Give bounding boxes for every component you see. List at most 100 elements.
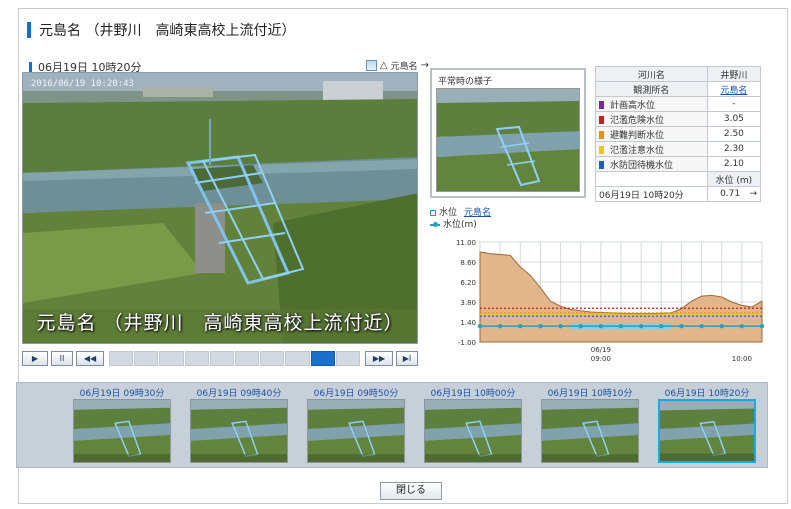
timeline-segment[interactable]	[285, 350, 310, 366]
legend-station-link[interactable]: 元島名	[464, 207, 491, 219]
current-level-cell: 0.71 →	[706, 186, 762, 202]
thumbnail-item[interactable]: 06月19日 09時50分	[301, 383, 411, 469]
thumbnail-image[interactable]	[307, 399, 405, 463]
level-label: 氾濫注意水位	[610, 145, 665, 156]
thumbnail-item[interactable]: 06月19日 10時20分	[652, 383, 762, 469]
table-row: 氾濫危険水位 3.05	[595, 111, 762, 127]
timeline-segment[interactable]	[310, 350, 335, 366]
water-level-chart: 11.00 8.60 6.20 3.80 1.40 -1.00 06/19 09:00 10:0…	[430, 236, 770, 376]
water-level-point	[739, 323, 745, 329]
timeline-segment[interactable]	[235, 350, 260, 366]
x-tick-label-line2: 10:00	[732, 355, 752, 363]
timeline-segment[interactable]	[184, 350, 209, 366]
thumbnail-label[interactable]: 06月19日 09時50分	[301, 386, 411, 399]
x-tick-label-line1: 06/19	[591, 346, 611, 354]
table-row: 水防団待機水位 2.10	[595, 156, 762, 172]
table-row: 観測所名 元島名	[595, 81, 762, 97]
legend-square-icon	[430, 210, 436, 216]
water-level-point	[759, 323, 765, 329]
thumbnail-item[interactable]: 06月19日 09時30分	[67, 383, 177, 469]
x-tick-label-line2: 09:00	[591, 355, 611, 363]
forward-button[interactable]: ▶▶	[365, 350, 393, 366]
thumbnail-item[interactable]: 06月19日 09時40分	[184, 383, 294, 469]
camera-nav[interactable]: △ 元島名 →	[365, 59, 429, 72]
normal-condition-title: 平常時の様子	[438, 77, 493, 87]
water-level-point	[679, 323, 684, 329]
playback-controls: ▶ II ◀◀ ▶▶ ▶I	[22, 350, 418, 366]
level-label-cell: 計画高水位	[595, 96, 708, 112]
thumbnail-item[interactable]: 06月19日 10時10分	[535, 383, 645, 469]
legend-label-2: 水位(m)	[443, 220, 477, 230]
timeline-slider[interactable]	[109, 350, 361, 366]
thumbnail-label[interactable]: 06月19日 09時30分	[67, 386, 177, 399]
pause-button[interactable]: II	[51, 350, 73, 366]
rewind-button[interactable]: ◀◀	[76, 350, 104, 366]
thumbnail-image[interactable]	[190, 399, 288, 463]
table-row: 06月19日 10時20分 0.71 →	[595, 186, 762, 202]
level-label-cell: 水防団待機水位	[595, 156, 708, 172]
y-tick-label: 3.80	[460, 299, 476, 307]
water-level-point	[618, 323, 624, 329]
water-level-point	[477, 323, 483, 329]
empty-cell	[595, 171, 708, 187]
thumbnail-label[interactable]: 06月19日 09時40分	[184, 386, 294, 399]
level-color-swatch	[599, 145, 604, 154]
last-button[interactable]: ▶I	[396, 350, 418, 366]
close-button[interactable]: 閉じる	[380, 482, 442, 500]
water-level-point	[578, 323, 583, 329]
legend-item-water-level: 水位(m)	[430, 219, 491, 231]
page-title: 元島名 （井野川 高崎東高校上流付近）	[39, 23, 296, 39]
photo-timestamp: 2016/06/19 10:20:43	[31, 79, 134, 89]
image-icon[interactable]	[365, 60, 377, 71]
normal-scene	[437, 89, 579, 191]
level-label: 氾濫危険水位	[610, 115, 665, 126]
timeline-segment[interactable]	[335, 350, 361, 366]
table-row: 避難判断水位 2.50	[595, 126, 762, 142]
y-tick-label: 11.00	[456, 239, 476, 247]
water-level-table: 河川名 井野川 観測所名 元島名 計画高水位 - 氾濫危険水位 3.05 避難判断水位 2…	[595, 66, 762, 202]
thumbnail-image[interactable]	[658, 399, 756, 463]
table-row: 計画高水位 -	[595, 96, 762, 112]
thumbnail-image[interactable]	[73, 399, 171, 463]
thumbnail-image[interactable]	[541, 399, 639, 463]
water-level-point	[699, 323, 704, 329]
table-row: 水位 (m)	[595, 171, 762, 187]
river-name-label: 河川名	[595, 66, 708, 82]
water-level-point	[497, 323, 503, 329]
y-tick-label: -1.00	[458, 339, 476, 347]
thumbnail-label[interactable]: 06月19日 10時00分	[418, 386, 528, 399]
timeline-segment[interactable]	[159, 350, 184, 366]
nav-next-icon[interactable]: →	[421, 60, 429, 71]
thumbnail-image[interactable]	[424, 399, 522, 463]
timeline-segment[interactable]	[134, 350, 159, 366]
legend-line-icon	[430, 222, 440, 227]
level-label: 水防団待機水位	[610, 160, 674, 171]
play-button[interactable]: ▶	[22, 350, 48, 366]
camera-nav-label[interactable]: 元島名	[391, 59, 418, 72]
photo-caption: 元島名 （井野川 高崎東高校上流付近）	[36, 312, 404, 334]
thumbnail-label[interactable]: 06月19日 10時10分	[535, 386, 645, 399]
level-label-cell: 避難判断水位	[595, 126, 708, 142]
title-accent-bar	[27, 22, 31, 38]
timeline-segment[interactable]	[109, 350, 134, 366]
nav-up-icon[interactable]: △	[380, 60, 388, 71]
thumbnail-item[interactable]: 06月19日 10時00分	[418, 383, 528, 469]
table-row: 河川名 井野川	[595, 66, 762, 82]
water-level-point	[638, 323, 644, 329]
window-title-bar: 元島名 （井野川 高崎東高校上流付近）	[27, 19, 295, 41]
level-color-swatch	[599, 130, 604, 139]
timeline-segment[interactable]	[260, 350, 285, 366]
station-name-label: 観測所名	[595, 81, 708, 97]
water-level-point	[659, 323, 664, 329]
river-name-value: 井野川	[706, 66, 762, 82]
station-name-link[interactable]: 元島名	[706, 81, 762, 97]
y-tick-label: 8.60	[460, 259, 476, 267]
current-datetime: 06月19日 10時20分	[595, 186, 708, 202]
thumbnail-label[interactable]: 06月19日 10時20分	[652, 386, 762, 399]
camera-accent-bar	[29, 61, 32, 73]
level-label-cell: 氾濫危険水位	[595, 111, 708, 127]
water-level-point	[719, 323, 724, 329]
level-value: 2.50	[706, 126, 762, 142]
timeline-segment[interactable]	[209, 350, 235, 366]
trend-arrow-icon: →	[749, 189, 757, 199]
